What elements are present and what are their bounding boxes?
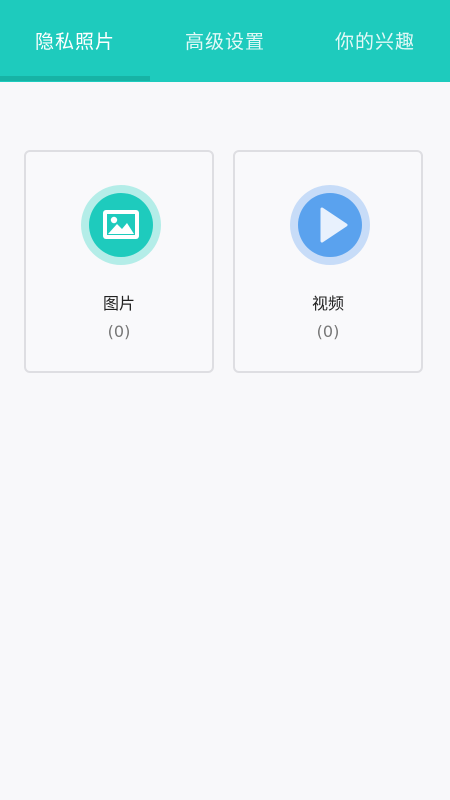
tab-private-photos[interactable]: 隐私照片 xyxy=(0,0,150,82)
tab-label: 隐私照片 xyxy=(34,30,115,53)
pictures-count: (0) xyxy=(107,322,131,341)
image-icon-graphic xyxy=(103,210,139,239)
pictures-card[interactable]: 图片 (0) xyxy=(24,150,214,373)
videos-card[interactable]: 视频 (0) xyxy=(233,150,423,373)
videos-count: (0) xyxy=(316,322,340,341)
pictures-title: 图片 xyxy=(102,294,135,313)
play-icon-graphic xyxy=(320,207,348,243)
play-icon xyxy=(298,193,362,257)
tab-bar: 隐私照片 高级设置 你的兴趣 xyxy=(0,0,450,82)
tab-indicator xyxy=(0,76,150,81)
pictures-icon-ring xyxy=(81,185,161,265)
tab-advanced-settings[interactable]: 高级设置 xyxy=(150,0,300,82)
image-icon xyxy=(89,193,153,257)
videos-title: 视频 xyxy=(311,294,344,313)
tab-your-interests[interactable]: 你的兴趣 xyxy=(300,0,450,82)
videos-icon-ring xyxy=(290,185,370,265)
tab-label: 高级设置 xyxy=(184,30,265,53)
tab-label: 你的兴趣 xyxy=(334,30,415,53)
